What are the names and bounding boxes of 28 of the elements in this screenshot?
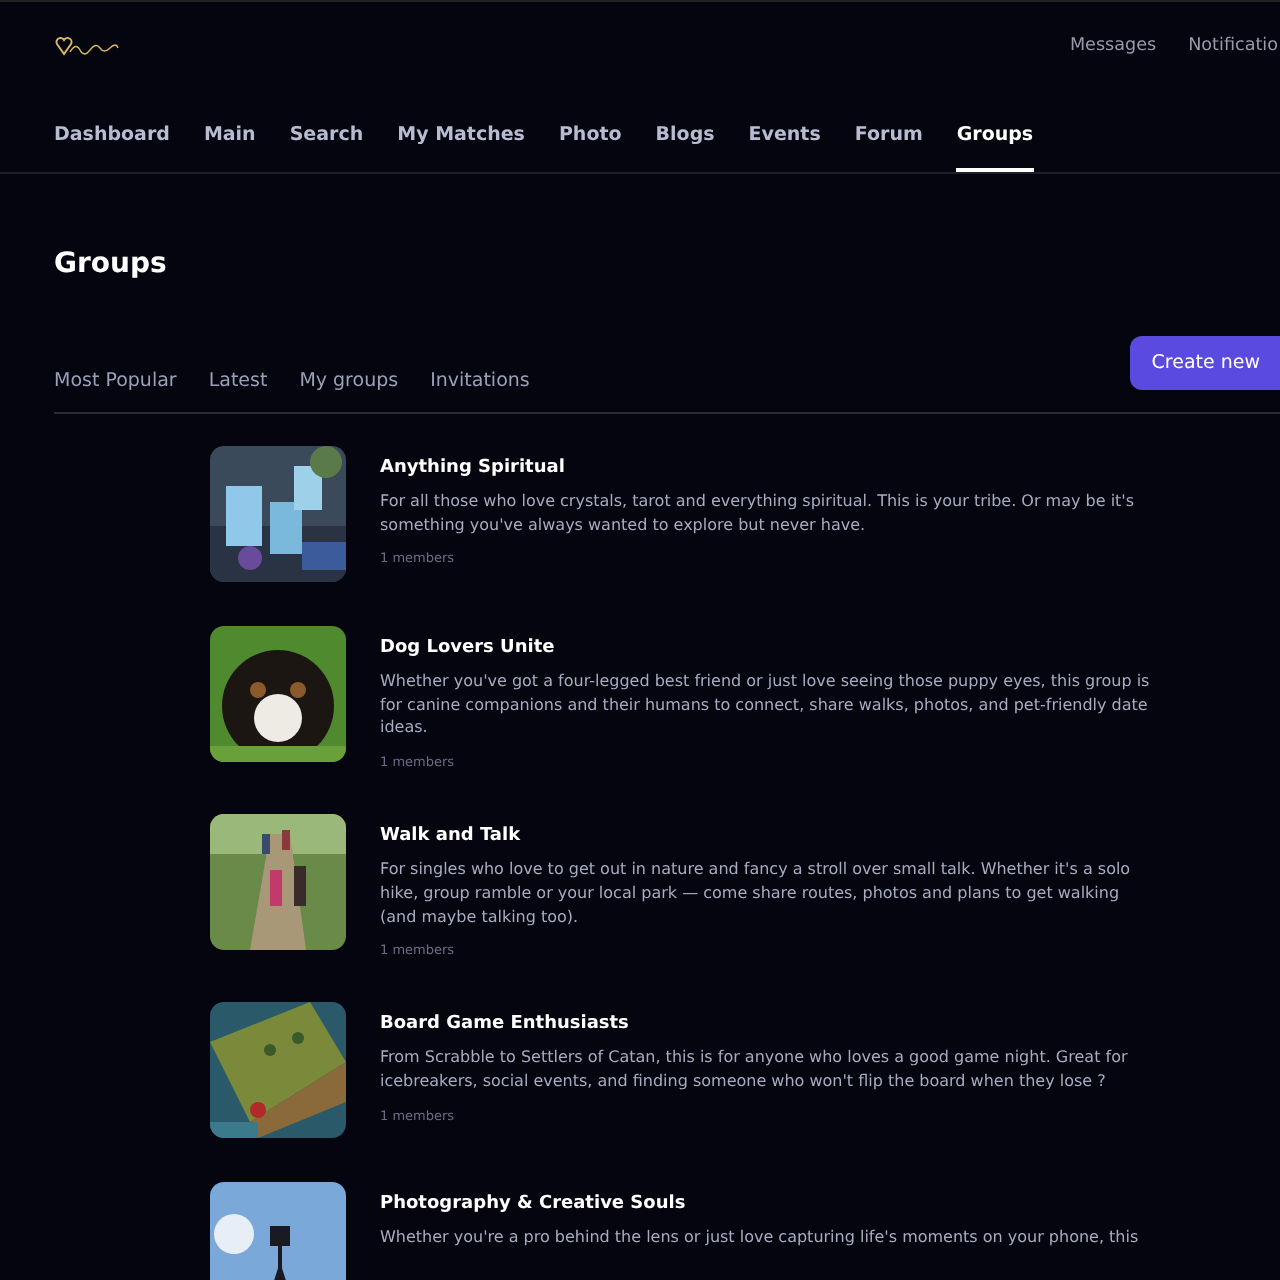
group-title[interactable]: Board Game Enthusiasts <box>380 1014 1160 1035</box>
group-description: From Scrabble to Settlers of Catan, this is for anyone who loves a good game night. Great for icebreakers, social events, and finding someone who won't flip the board when they lose ? <box>380 1046 1130 1094</box>
group-title[interactable]: Photography & Creative Souls <box>380 1194 1160 1215</box>
group-description: For all those who love crystals, tarot and everything spiritual. This is your tribe. Or may be it's something you've always wanted to explore but never have. <box>380 490 1137 537</box>
filter-tab[interactable]: Invitations <box>430 370 530 392</box>
nav-tab[interactable]: Photo <box>558 124 622 172</box>
filter-tab[interactable]: My groups <box>299 370 399 392</box>
nav-tab[interactable]: Groups <box>956 124 1034 172</box>
filter-tab[interactable]: Latest <box>208 370 268 392</box>
nav-tab[interactable]: Search <box>289 124 364 172</box>
nav-tab[interactable]: Events <box>748 124 821 172</box>
nav-tab[interactable]: Main <box>203 124 256 172</box>
group-title[interactable]: Anything Spiritual <box>380 458 1160 478</box>
logo-icon[interactable] <box>54 33 122 57</box>
page-title: Groups <box>52 246 169 284</box>
nav-tab[interactable]: Forum <box>854 124 923 172</box>
create-new-button[interactable]: Create new <box>1129 335 1280 389</box>
filter-tab[interactable]: Most Popular <box>54 370 177 392</box>
header-link[interactable]: Notificatio <box>1188 35 1278 55</box>
nav-tab[interactable]: My Matches <box>397 124 525 172</box>
group-title[interactable]: Dog Lovers Unite <box>380 638 1160 658</box>
group-description: For singles who love to get out in nature and fancy a stroll over small talk. Whether it's a solo hike, group ramble or your local park — come share routes, photos and plans to get walking (and maybe talking too). <box>380 858 1133 929</box>
group-description: Whether you're a pro behind the lens or just love capturing life's moments on your phone, this <box>380 1226 1141 1250</box>
nav-tab[interactable]: Blogs <box>655 124 715 172</box>
group-description: Whether you've got a four-legged best friend or just love seeing those puppy eyes, this group is for canine companions and their humans to connect, share walks, photos, and pet-friendly date ideas. <box>380 670 1152 741</box>
group-title[interactable]: Walk and Talk <box>380 826 1160 847</box>
nav-tab[interactable]: Dashboard <box>54 124 170 172</box>
header-link[interactable]: Messages <box>1069 35 1157 55</box>
